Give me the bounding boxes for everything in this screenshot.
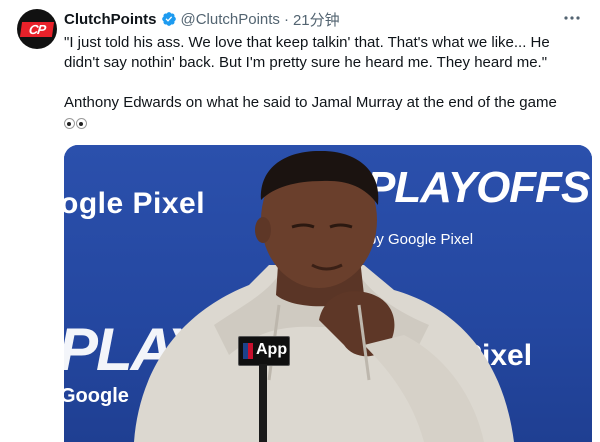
verified-badge-icon xyxy=(161,12,176,26)
user-handle[interactable]: @ClutchPoints xyxy=(181,11,280,28)
microphone-flag: App xyxy=(238,336,290,366)
display-name[interactable]: ClutchPoints xyxy=(64,11,157,28)
timestamp[interactable]: 21分钟 xyxy=(293,9,340,30)
more-options-icon[interactable] xyxy=(562,10,582,26)
tweet-text: "I just told his ass. We love that keep … xyxy=(64,33,584,135)
avatar-logo: CP xyxy=(19,22,55,37)
microphone-icon xyxy=(259,364,267,442)
tweet-caption: Anthony Edwards on what he said to Jamal… xyxy=(64,94,557,111)
microphone-flag-text: App xyxy=(256,341,288,358)
separator: · xyxy=(283,10,289,28)
tweet-header: ClutchPoints @ClutchPoints · 21分钟 xyxy=(64,8,340,30)
nba-app-logo-icon xyxy=(243,343,253,359)
tweet-quote: "I just told his ass. We love that keep … xyxy=(64,34,550,71)
eyes-emoji-icon xyxy=(64,115,88,135)
tweet-caption-paragraph: Anthony Edwards on what he said to Jamal… xyxy=(64,93,584,135)
tweet[interactable]: CP ClutchPoints @ClutchPoints · 21分钟 "I … xyxy=(0,0,600,442)
avatar[interactable]: CP xyxy=(17,9,57,49)
tweet-media-video[interactable]: ogle Pixel PLAYOFFS by Google Pixel PLAY… xyxy=(64,145,592,442)
player-figure xyxy=(134,150,514,442)
